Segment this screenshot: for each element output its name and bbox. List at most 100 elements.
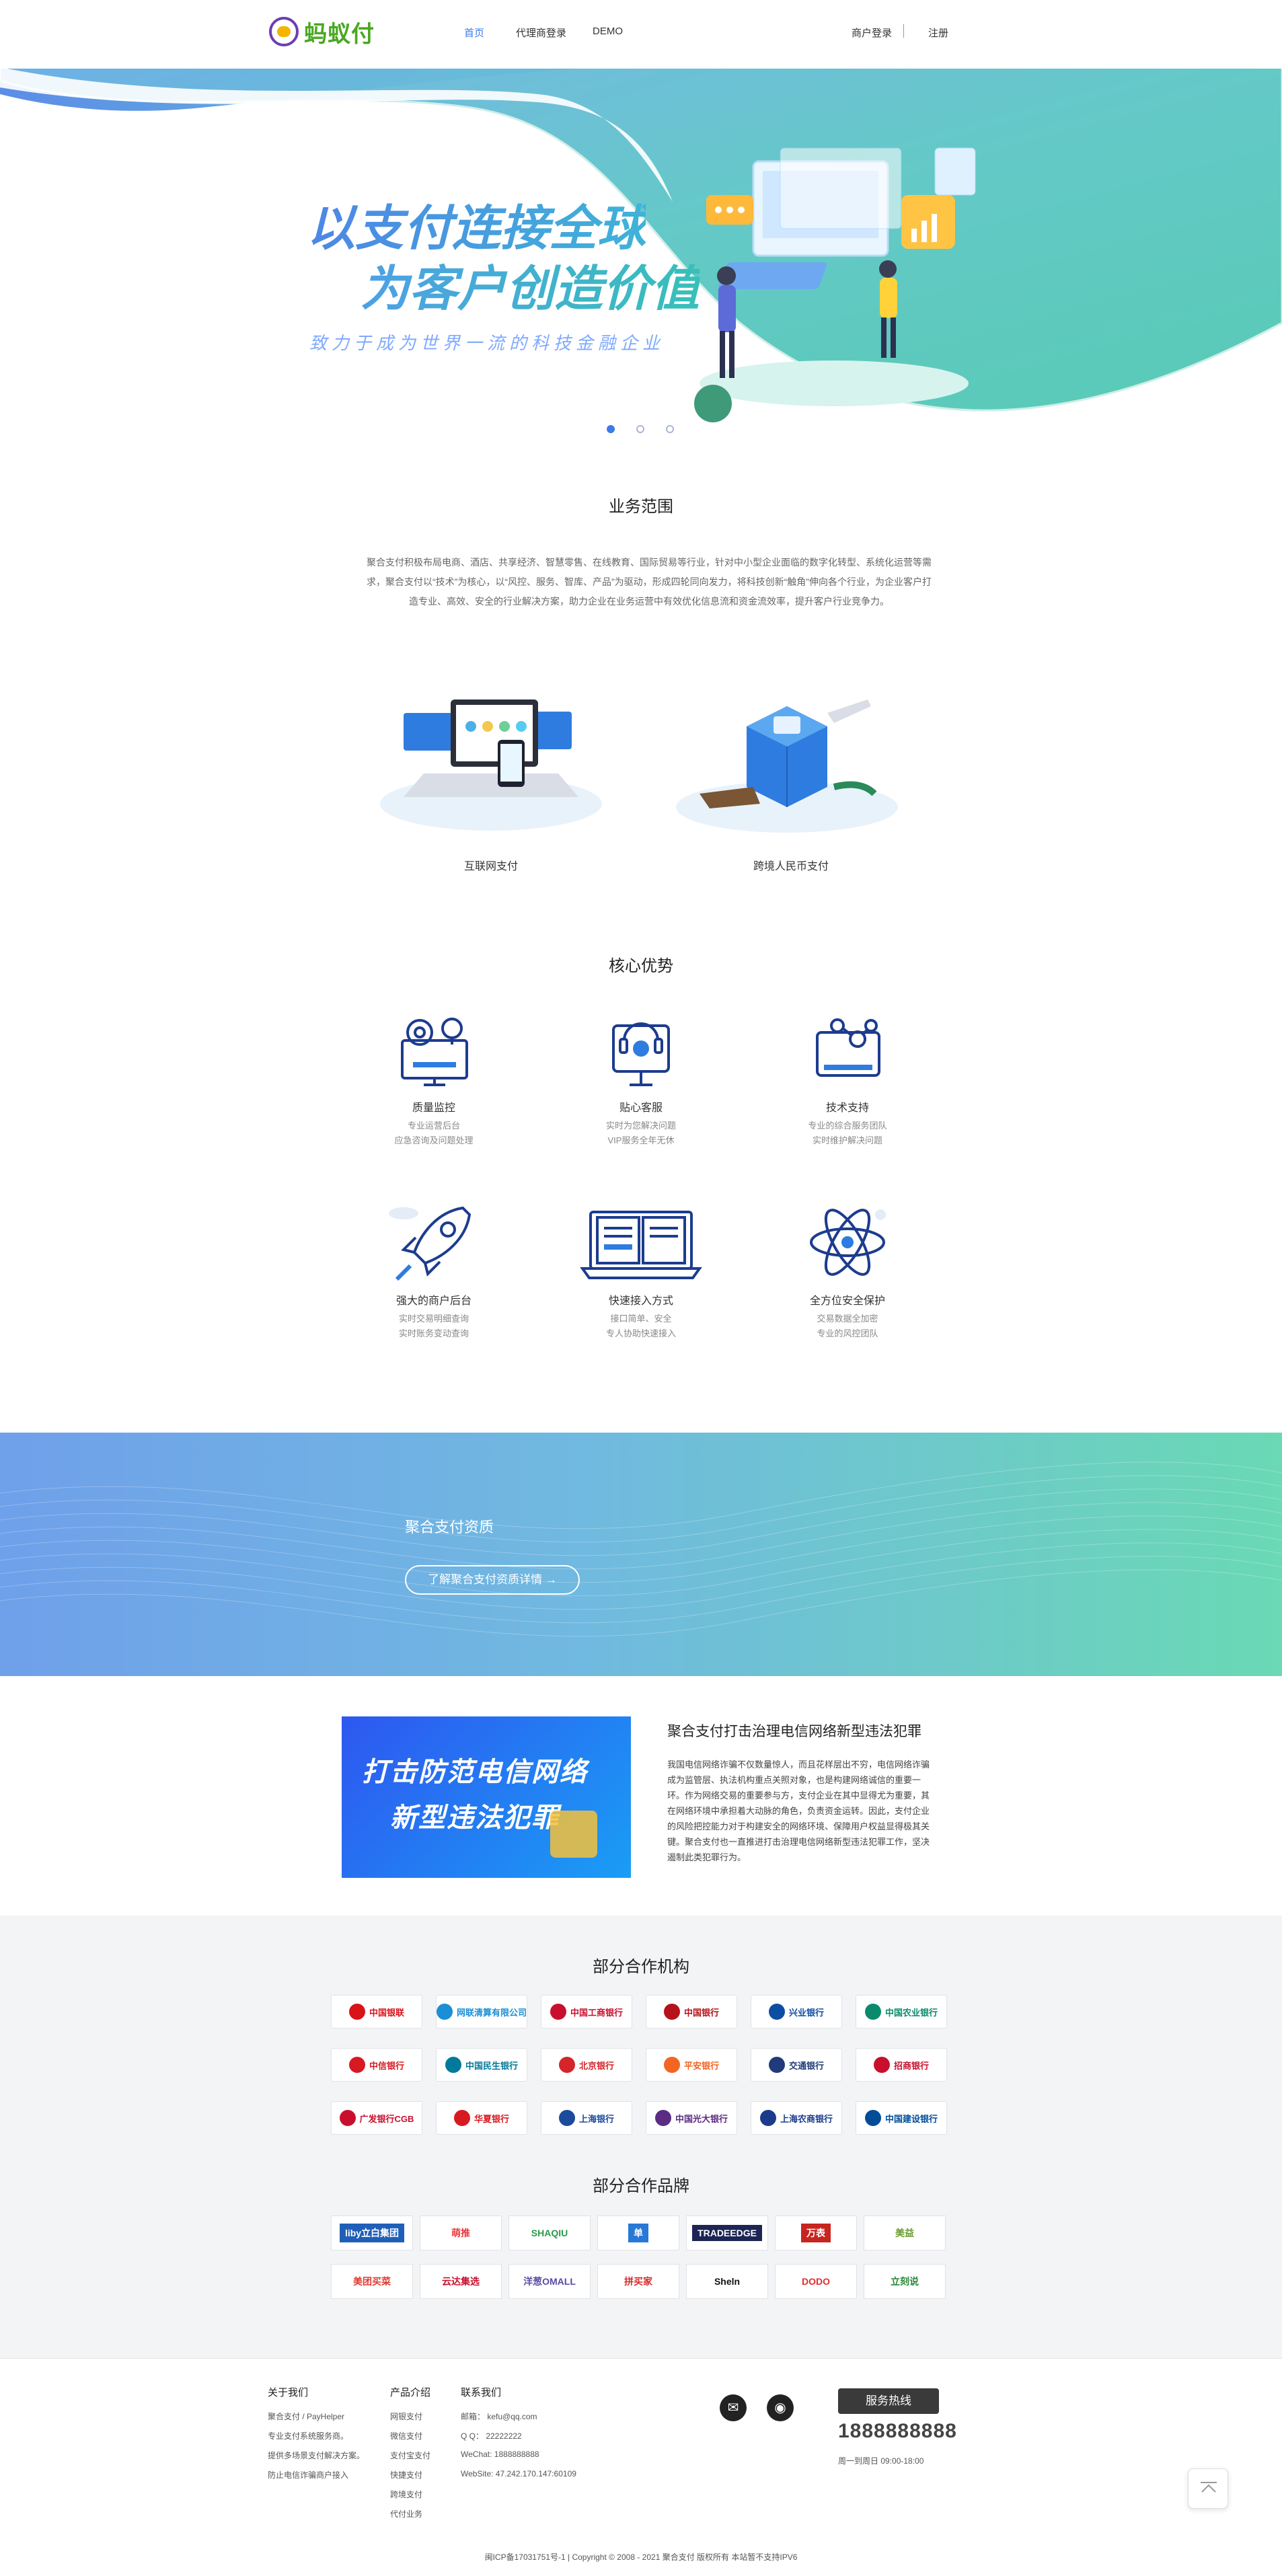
advantage-title: 快速接入方式: [608, 1295, 673, 1307]
advantage-desc-2: 专业的风控团队: [817, 1328, 878, 1338]
partner-brand-logo: 萌推: [420, 2215, 502, 2250]
partner-institution-name: 北京银行: [578, 2060, 614, 2071]
partner-brand-name: DODO: [796, 2273, 835, 2289]
partner-institution-logo: 网联清算有限公司: [436, 1995, 527, 2029]
advantages-title: 核心优势: [609, 957, 673, 975]
partner-brand-name: Sheln: [708, 2273, 746, 2289]
book-laptop-icon: [580, 1211, 702, 1279]
news-image[interactable]: 打击防范电信网络 新型违法犯罪: [342, 1716, 631, 1878]
partner-brand-logo: 立刻说: [864, 2264, 946, 2299]
partner-institution-name: 交通银行: [788, 2060, 824, 2071]
hero-illustration: [694, 147, 976, 422]
advantage-title: 强大的商户后台: [395, 1295, 472, 1307]
footer-product-link[interactable]: 支付宝支付: [390, 2450, 430, 2461]
bank-logo-icon: [864, 2004, 881, 2020]
advantage-title: 贴心客服: [619, 1102, 663, 1114]
bank-logo-icon: [348, 2004, 365, 2020]
footer-contact-item[interactable]: Q Q： 22222222: [461, 2430, 522, 2441]
partner-brand-name: 美团买菜: [348, 2272, 396, 2291]
site-logo[interactable]: 蚂蚁付: [269, 15, 377, 48]
copyright: 闽ICP备17031751号-1 | Copyright © 2008 - 20…: [484, 2552, 798, 2562]
partner-institution-name: 中国工商银行: [570, 2007, 623, 2018]
register-link[interactable]: 注册: [928, 26, 948, 40]
bank-logo-icon: [663, 2004, 680, 2020]
footer-about-title: 关于我们: [268, 2387, 309, 2398]
back-to-top-button[interactable]: [1188, 2468, 1228, 2509]
news-image-decoration: [550, 1811, 597, 1858]
partner-institution-logo: 北京银行: [541, 2048, 632, 2082]
advantage-desc-1: 实时交易明细查询: [398, 1314, 469, 1324]
advantage-item: 贴心客服 实时为您解决问题 VIP服务全年无休: [540, 1006, 742, 1148]
partner-brand-name: 洋葱OMALL: [518, 2272, 581, 2291]
customer-service-icon: [612, 1022, 670, 1086]
partner-brand-logo: 洋葱OMALL: [508, 2264, 591, 2299]
partner-institution-logo: 中国银联: [331, 1995, 422, 2029]
nav-agent-login[interactable]: 代理商登录: [516, 26, 566, 40]
nav-divider: [903, 24, 904, 38]
partner-brand-name: 美益: [890, 2224, 919, 2242]
footer-products-title: 产品介绍: [390, 2387, 431, 2398]
footer-contact-item[interactable]: WeChat: 1888888888: [461, 2450, 539, 2459]
partner-brand-logo: 美益: [864, 2215, 946, 2250]
partner-brand-logo: DODO: [775, 2264, 857, 2299]
slide-dot-1[interactable]: [607, 425, 615, 433]
footer-product-link[interactable]: 跨境支付: [390, 2489, 422, 2500]
bank-logo-icon: [348, 2057, 365, 2073]
partner-institution-name: 华夏银行: [474, 2113, 509, 2124]
partner-brand-logo: Sheln: [686, 2264, 768, 2299]
footer-about-item[interactable]: 防止电信诈骗商户接入: [268, 2469, 348, 2480]
footer-contact-item[interactable]: 邮箱： kefu@qq.com: [461, 2411, 537, 2422]
nav-home[interactable]: 首页: [464, 26, 484, 40]
hero-title-line2: 为客户创造价值: [361, 249, 700, 319]
service-internet-payment: 互联网支付: [463, 861, 518, 872]
slide-dot-2[interactable]: [636, 425, 644, 433]
partner-institution-logo: 中国光大银行: [646, 2101, 737, 2135]
partner-institution-name: 平安银行: [683, 2060, 719, 2071]
advantage-desc-1: 专业的综合服务团队: [808, 1121, 887, 1131]
footer-product-link[interactable]: 快捷支付: [390, 2469, 422, 2480]
advantage-desc-2: 实时账务变动查询: [398, 1328, 469, 1338]
footer-product-link[interactable]: 代付业务: [390, 2508, 422, 2520]
partner-institution-name: 中国银行: [683, 2007, 719, 2018]
footer-about-item[interactable]: 专业支付系统服务商。: [268, 2430, 348, 2441]
partner-institution-name: 中国银联: [369, 2007, 404, 2018]
bank-logo-icon: [437, 2004, 453, 2020]
wechat-icon[interactable]: ✉: [720, 2394, 747, 2421]
bank-logo-icon: [445, 2057, 461, 2073]
partner-institution-logo: 上海银行: [541, 2101, 632, 2135]
partner-brand-name: 立刻说: [885, 2272, 924, 2291]
weibo-icon[interactable]: ◉: [767, 2394, 794, 2421]
partner-institution-logo: 中国银行: [646, 1995, 737, 2029]
advantage-title: 技术支持: [825, 1102, 869, 1114]
advantage-item: 技术支持 专业的综合服务团队 实时维护解决问题: [747, 1006, 948, 1148]
partner-institution-name: 招商银行: [893, 2060, 929, 2071]
footer-about-item[interactable]: 提供多场景支付解决方案。: [268, 2450, 365, 2461]
hotline-button[interactable]: 服务热线: [838, 2388, 939, 2414]
bank-logo-icon: [558, 2110, 575, 2126]
footer-contact-title: 联系我们: [461, 2387, 502, 2398]
partner-institution-name: 网联清算有限公司: [457, 2007, 527, 2018]
advantage-title: 全方位安全保护: [809, 1295, 885, 1307]
advantage-title: 质量监控: [412, 1102, 455, 1114]
news-title[interactable]: 聚合支付打击治理电信网络新型违法犯罪: [667, 1720, 921, 1741]
partner-brand-logo: liby立白集团: [331, 2215, 413, 2250]
nav-demo[interactable]: DEMO: [593, 26, 623, 37]
slide-dot-3[interactable]: [666, 425, 674, 433]
advantage-item: 快速接入方式 接口简单、安全 专人协助快速接入: [540, 1199, 742, 1341]
footer-product-link[interactable]: 微信支付: [390, 2430, 422, 2441]
merchant-login-link[interactable]: 商户登录: [852, 26, 892, 40]
partner-brand-name: TRADEEDGE: [692, 2225, 762, 2241]
footer-about-item[interactable]: 聚合支付 / PayHelper: [268, 2411, 344, 2422]
footer-product-link[interactable]: 网银支付: [390, 2411, 422, 2422]
partner-institution-name: 中国建设银行: [884, 2113, 938, 2124]
partner-brand-name: 云达集选: [437, 2272, 485, 2291]
qualification-details-button[interactable]: 了解聚合支付资质详情 →: [405, 1565, 580, 1595]
logo-text: 蚂蚁付: [304, 21, 375, 47]
partner-brand-logo: 美团买菜: [331, 2264, 413, 2299]
partner-brand-logo: 拼买家: [597, 2264, 679, 2299]
partner-brand-logo: 万表: [775, 2215, 857, 2250]
bank-logo-icon: [654, 2110, 671, 2126]
partner-brand-name: 萌推: [446, 2224, 476, 2242]
tech-support-icon: [816, 1018, 880, 1077]
footer-contact-item[interactable]: WebSite: 47.242.170.147:60109: [461, 2469, 576, 2478]
